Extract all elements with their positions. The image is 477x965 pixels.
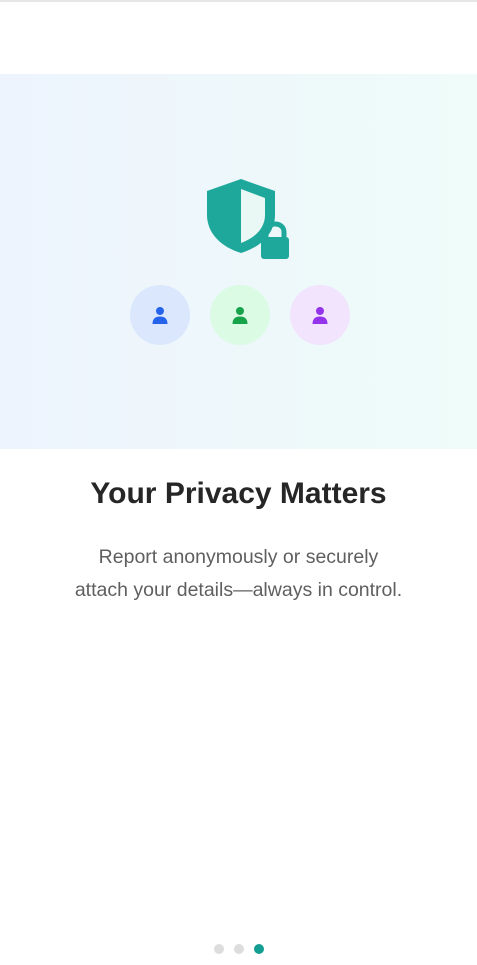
avatar: [290, 285, 350, 345]
avatar: [130, 285, 190, 345]
page-description: Report anonymously or securely attach yo…: [74, 546, 403, 601]
lock-icon: [261, 221, 289, 259]
page-title: Your Privacy Matters: [90, 477, 387, 510]
avatar: [210, 285, 270, 345]
shield-lock-icon: [203, 177, 293, 261]
page-dot-2[interactable]: [233, 944, 244, 954]
avatar-row: [130, 285, 352, 345]
user-icon: [152, 307, 168, 324]
top-divider: [0, 0, 477, 2]
onboarding-screen: Your Privacy Matters Report anonymously …: [0, 0, 477, 965]
page-indicator[interactable]: [0, 944, 477, 954]
page-dot-3[interactable]: [253, 944, 264, 954]
hero-illustration: [0, 74, 477, 449]
user-icon: [312, 307, 328, 324]
page-dot-1[interactable]: [213, 944, 224, 954]
user-icon: [232, 307, 248, 324]
